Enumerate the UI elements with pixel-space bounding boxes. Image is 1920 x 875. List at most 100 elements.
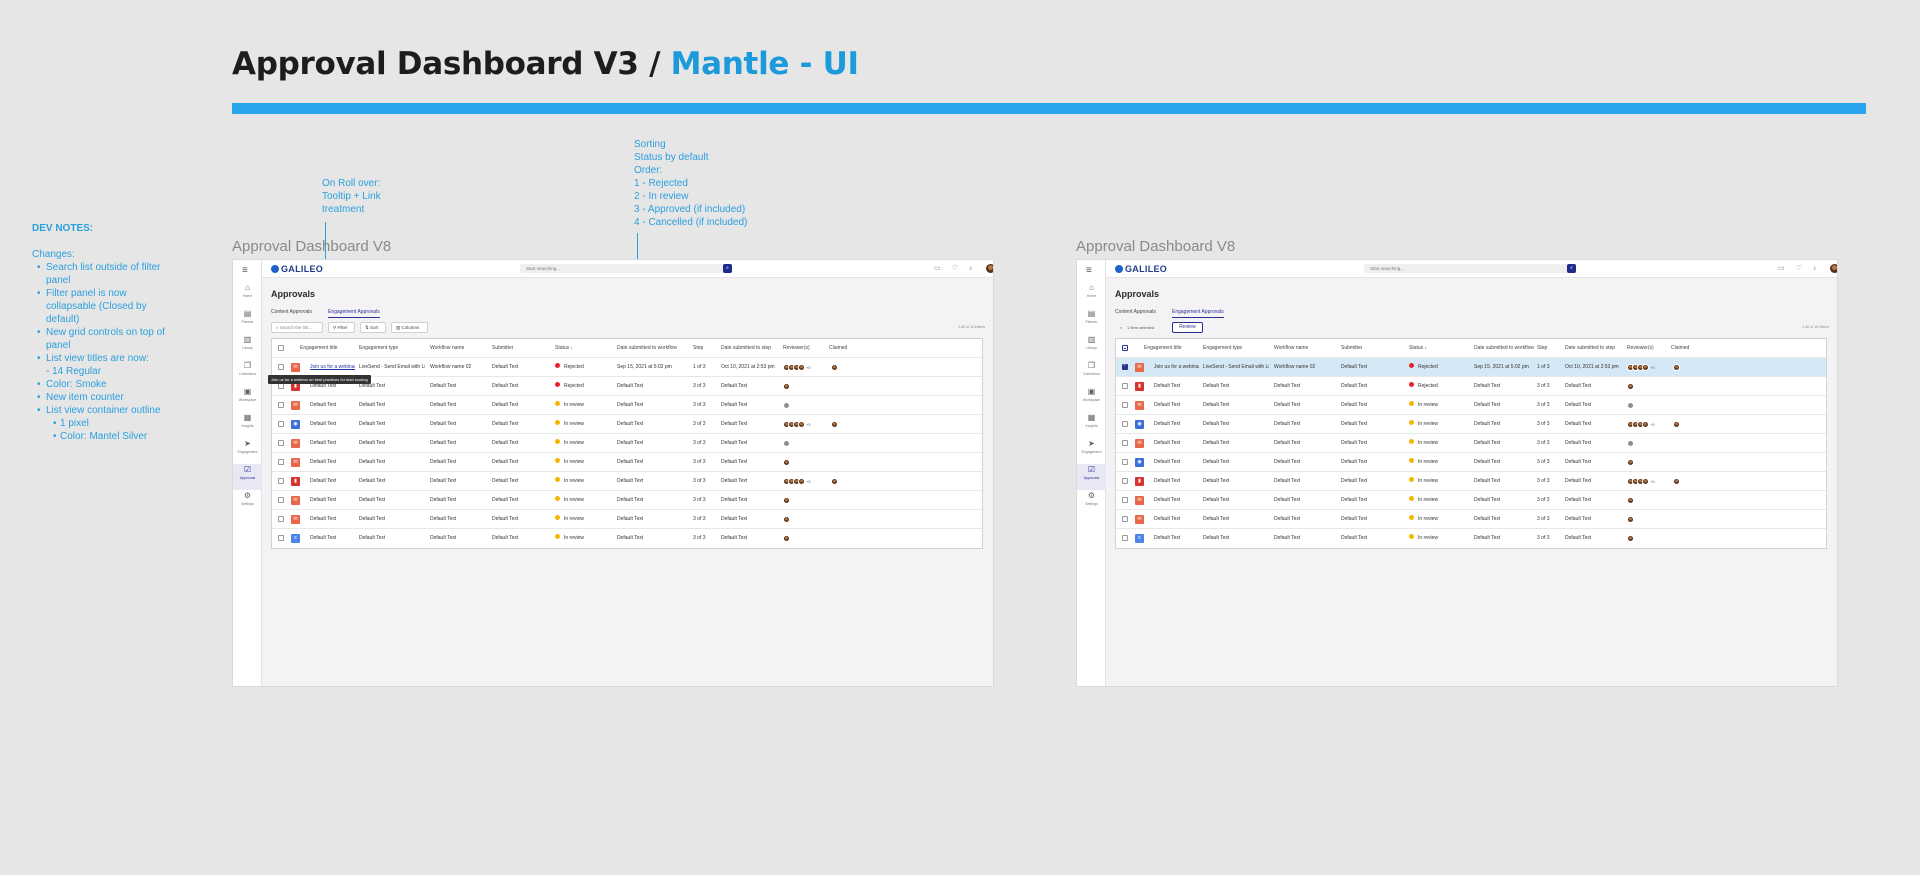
engagement-title-link[interactable]: Default Text	[1154, 396, 1180, 415]
sidebar-item-workspace[interactable]: ▣ Workspace	[1077, 386, 1106, 412]
row-checkbox[interactable]	[278, 402, 284, 408]
chat-icon[interactable]: ▭	[934, 264, 941, 273]
more-reviewers-count[interactable]: +5	[1650, 415, 1655, 434]
column-header[interactable]: Workflow name	[1274, 339, 1308, 358]
columns-button[interactable]: ▥ Columns	[391, 322, 428, 333]
global-search-input[interactable]: Start searching... ⌕	[520, 264, 732, 273]
column-header[interactable]: Status ↓	[1409, 339, 1427, 358]
claimed-by-avatar[interactable]	[1673, 364, 1680, 371]
tab-engagement-approvals[interactable]: Engagement Approvals	[1172, 309, 1224, 318]
column-header[interactable]: Reviewer(s)	[783, 339, 810, 358]
row-checkbox[interactable]	[1122, 440, 1128, 446]
hamburger-menu-icon[interactable]: ≡	[242, 266, 248, 276]
engagement-title-link[interactable]: Default Text	[310, 510, 336, 529]
row-checkbox[interactable]	[1122, 497, 1128, 503]
clear-selection-icon[interactable]: ×	[1120, 325, 1122, 330]
reviewer-avatar[interactable]	[1627, 516, 1634, 523]
reviewer-avatar[interactable]	[783, 383, 790, 390]
row-checkbox[interactable]	[278, 535, 284, 541]
sidebar-item-approvals[interactable]: ☑ Approvals	[233, 464, 262, 490]
reviewer-avatar[interactable]	[798, 364, 805, 371]
tab-content-approvals[interactable]: Content Approvals	[271, 309, 312, 317]
column-header[interactable]: Submitter	[1341, 339, 1362, 358]
reviewer-avatar[interactable]	[783, 516, 790, 523]
column-header[interactable]: Date submitted to step	[721, 339, 771, 358]
sidebar-item-home[interactable]: ⌂ Home	[233, 282, 262, 308]
reviewer-avatar[interactable]	[1627, 383, 1634, 390]
table-row[interactable]: ✉ Default Text Default Text Default Text Def…	[272, 491, 982, 510]
filter-button[interactable]: ⚲ Filter	[328, 322, 355, 333]
more-reviewers-count[interactable]: +5	[806, 472, 811, 491]
column-header[interactable]: Engagement title	[1144, 339, 1182, 358]
row-checkbox[interactable]	[1122, 478, 1128, 484]
user-avatar[interactable]	[1829, 263, 1837, 274]
table-row[interactable]: ✉ Join us for a webinar... LiveSend - Send…	[1116, 358, 1826, 377]
reviewer-avatar[interactable]	[798, 478, 805, 485]
table-row[interactable]: ◉ Default Text Default Text Default Text Def…	[1116, 415, 1826, 434]
table-row[interactable]: ✉ Default Text Default Text Default Text Def…	[272, 396, 982, 415]
sidebar-item-engagement[interactable]: ➤ Engagement	[233, 438, 262, 464]
select-all-checkbox[interactable]	[1122, 345, 1128, 351]
row-checkbox[interactable]	[1122, 421, 1128, 427]
tab-engagement-approvals[interactable]: Engagement Approvals	[328, 309, 380, 318]
sidebar-item-insights[interactable]: ▦ Insights	[1077, 412, 1106, 438]
sidebar-item-settings[interactable]: ⚙ Settings	[1077, 490, 1106, 516]
bell-icon[interactable]: ♪	[1813, 264, 1817, 273]
reviewer-avatar[interactable]	[1627, 459, 1634, 466]
engagement-title-link[interactable]: Default Text	[310, 529, 336, 548]
column-header[interactable]: Claimed	[1671, 339, 1689, 358]
engagement-title-link[interactable]: Default Text	[310, 396, 336, 415]
more-reviewers-count[interactable]: +5	[1650, 358, 1655, 377]
sidebar-item-approvals[interactable]: ☑ Approvals	[1077, 464, 1106, 490]
sidebar-item-collections[interactable]: ❐ Collections	[1077, 360, 1106, 386]
engagement-title-link[interactable]: Default Text	[310, 415, 336, 434]
heart-icon[interactable]: ♡	[1796, 264, 1802, 273]
sidebar-item-insights[interactable]: ▦ Insights	[233, 412, 262, 438]
table-row[interactable]: ✉ Default Text Default Text Default Text Def…	[1116, 510, 1826, 529]
column-header[interactable]: Step	[1537, 339, 1547, 358]
reviewer-avatar[interactable]	[798, 421, 805, 428]
reviewer-avatar[interactable]	[783, 497, 790, 504]
engagement-title-link[interactable]: Default Text	[1154, 377, 1180, 396]
reviewer-avatar[interactable]	[783, 402, 790, 409]
engagement-title-link[interactable]: Default Text	[1154, 415, 1180, 434]
review-button[interactable]: Review	[1172, 322, 1203, 333]
reviewer-avatar[interactable]	[783, 535, 790, 542]
sidebar-item-workspace[interactable]: ▣ Workspace	[233, 386, 262, 412]
list-search-input[interactable]: ⌕ Search the list...	[271, 322, 323, 333]
reviewer-avatar[interactable]	[1627, 497, 1634, 504]
column-header[interactable]: Step	[693, 339, 703, 358]
engagement-title-link[interactable]: Default Text	[1154, 434, 1180, 453]
reviewer-avatar[interactable]	[1627, 535, 1634, 542]
table-row[interactable]: ▮ Default Text Default Text Default Text Def…	[272, 377, 982, 396]
row-checkbox[interactable]	[278, 421, 284, 427]
sidebar-item-planner[interactable]: ▤ Planner	[233, 308, 262, 334]
engagement-title-link[interactable]: Default Text	[1154, 529, 1180, 548]
column-header[interactable]: Date submitted to workflow	[1474, 339, 1534, 358]
engagement-title-link[interactable]: Default Text	[310, 491, 336, 510]
column-header[interactable]: Date submitted to step	[1565, 339, 1615, 358]
claimed-by-avatar[interactable]	[831, 364, 838, 371]
column-header[interactable]: Status ↓	[555, 339, 573, 358]
row-checkbox[interactable]	[278, 459, 284, 465]
table-row[interactable]: ◉ Default Text Default Text Default Text Def…	[1116, 453, 1826, 472]
more-reviewers-count[interactable]: +5	[806, 358, 811, 377]
tab-content-approvals[interactable]: Content Approvals	[1115, 309, 1156, 317]
reviewer-avatar[interactable]	[1627, 402, 1634, 409]
engagement-title-link[interactable]: Default Text	[1154, 453, 1180, 472]
table-row[interactable]: ✉ Default Text Default Text Default Text Def…	[272, 453, 982, 472]
table-row[interactable]: ✉ Default Text Default Text Default Text Def…	[272, 434, 982, 453]
column-header[interactable]: Reviewer(s)	[1627, 339, 1654, 358]
reviewer-avatar[interactable]	[1642, 478, 1649, 485]
sidebar-item-settings[interactable]: ⚙ Settings	[233, 490, 262, 516]
column-header[interactable]: Date submitted to workflow	[617, 339, 677, 358]
row-checkbox[interactable]	[1122, 402, 1128, 408]
select-all-checkbox[interactable]	[278, 345, 284, 351]
heart-icon[interactable]: ♡	[952, 264, 958, 273]
sort-button[interactable]: ⇅ Sort	[360, 322, 386, 333]
row-checkbox[interactable]	[1122, 383, 1128, 389]
table-row[interactable]: ≡ Default Text Default Text Default Text Def…	[272, 529, 982, 548]
table-row[interactable]: ✉ Default Text Default Text Default Text Def…	[1116, 491, 1826, 510]
table-row[interactable]: ✉ Default Text Default Text Default Text Def…	[1116, 396, 1826, 415]
reviewer-avatar[interactable]	[783, 459, 790, 466]
